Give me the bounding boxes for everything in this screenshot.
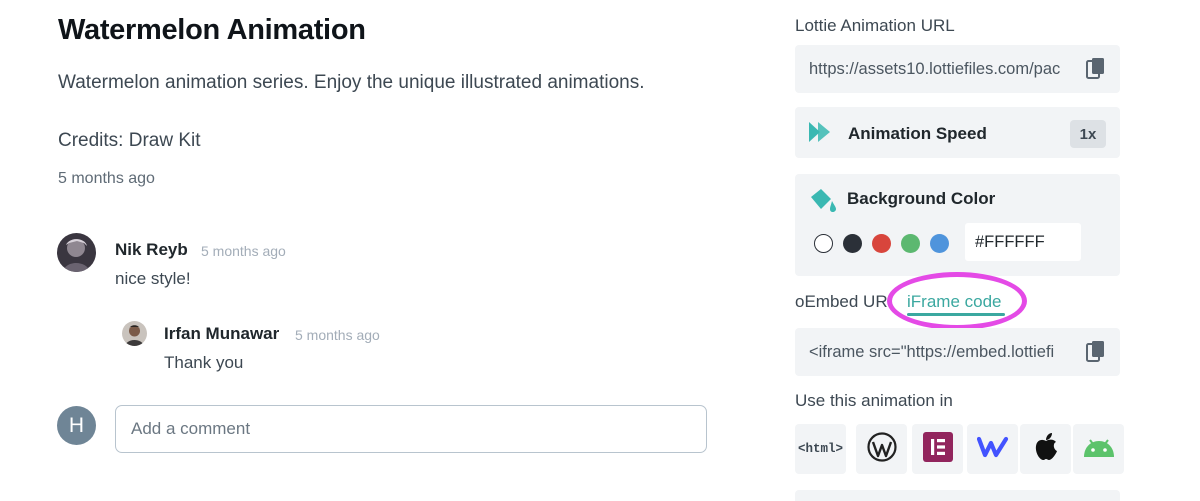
- bottom-panel: [795, 490, 1120, 501]
- comment-time: 5 months ago: [201, 243, 286, 259]
- posted-time: 5 months ago: [58, 170, 155, 187]
- active-tab-indicator: [907, 313, 1005, 316]
- color-swatch-green[interactable]: [901, 234, 920, 253]
- color-swatch-blue[interactable]: [930, 234, 949, 253]
- copy-icon[interactable]: [1086, 340, 1106, 364]
- html-button[interactable]: <html>: [795, 424, 846, 474]
- use-animation-label: Use this animation in: [795, 391, 953, 410]
- page-title: Watermelon Animation: [58, 14, 366, 46]
- apple-button[interactable]: [1020, 424, 1071, 474]
- credits-text: Credits: Draw Kit: [58, 130, 201, 151]
- lottie-url-field[interactable]: https://assets10.lottiefiles.com/pac: [795, 45, 1120, 93]
- iframe-code-value[interactable]: <iframe src="https://embed.lottiefi: [809, 343, 1073, 362]
- copy-icon[interactable]: [1086, 57, 1106, 81]
- android-button[interactable]: [1073, 424, 1124, 474]
- animation-speed-panel: Animation Speed 1x: [795, 107, 1120, 158]
- comment-input[interactable]: [115, 405, 707, 453]
- animation-description: Watermelon animation series. Enjoy the u…: [58, 72, 645, 93]
- webflow-button[interactable]: [967, 424, 1018, 474]
- animation-speed-label: Animation Speed: [848, 124, 987, 143]
- background-color-panel: Background Color: [795, 174, 1120, 276]
- color-swatch-white[interactable]: [814, 234, 833, 253]
- lottie-url-value[interactable]: https://assets10.lottiefiles.com/pac: [809, 60, 1073, 79]
- paint-bucket-icon: [808, 187, 838, 218]
- comment-author[interactable]: Nik Reyb: [115, 240, 188, 260]
- elementor-button[interactable]: [912, 424, 963, 474]
- lottie-url-label: Lottie Animation URL: [795, 16, 955, 35]
- background-color-label: Background Color: [847, 189, 996, 208]
- speed-button[interactable]: 1x: [1070, 120, 1106, 148]
- tab-iframe-code-label: iFrame code: [907, 292, 1002, 311]
- play-speed-icon: [808, 121, 834, 148]
- comment-text: Thank you: [164, 353, 244, 372]
- avatar-initial: H: [68, 413, 85, 437]
- avatar[interactable]: [122, 321, 147, 346]
- html-icon: <html>: [797, 442, 843, 456]
- comment-text: nice style!: [115, 269, 191, 288]
- tab-oembed-url[interactable]: oEmbed URL: [795, 292, 897, 312]
- webflow-icon: [976, 435, 1009, 464]
- iframe-code-field[interactable]: <iframe src="https://embed.lottiefi: [795, 328, 1120, 376]
- color-swatch-dark[interactable]: [843, 234, 862, 253]
- wordpress-button[interactable]: [856, 424, 907, 474]
- comment-author[interactable]: Irfan Munawar: [164, 324, 279, 344]
- android-icon: [1081, 436, 1117, 463]
- hex-color-input[interactable]: [965, 223, 1081, 261]
- avatar[interactable]: [57, 233, 96, 272]
- comment-time: 5 months ago: [295, 327, 380, 343]
- elementor-icon: [922, 431, 953, 467]
- apple-icon: [1033, 432, 1059, 467]
- color-swatch-red[interactable]: [872, 234, 891, 253]
- wordpress-icon: [866, 431, 897, 467]
- avatar: H: [57, 406, 96, 445]
